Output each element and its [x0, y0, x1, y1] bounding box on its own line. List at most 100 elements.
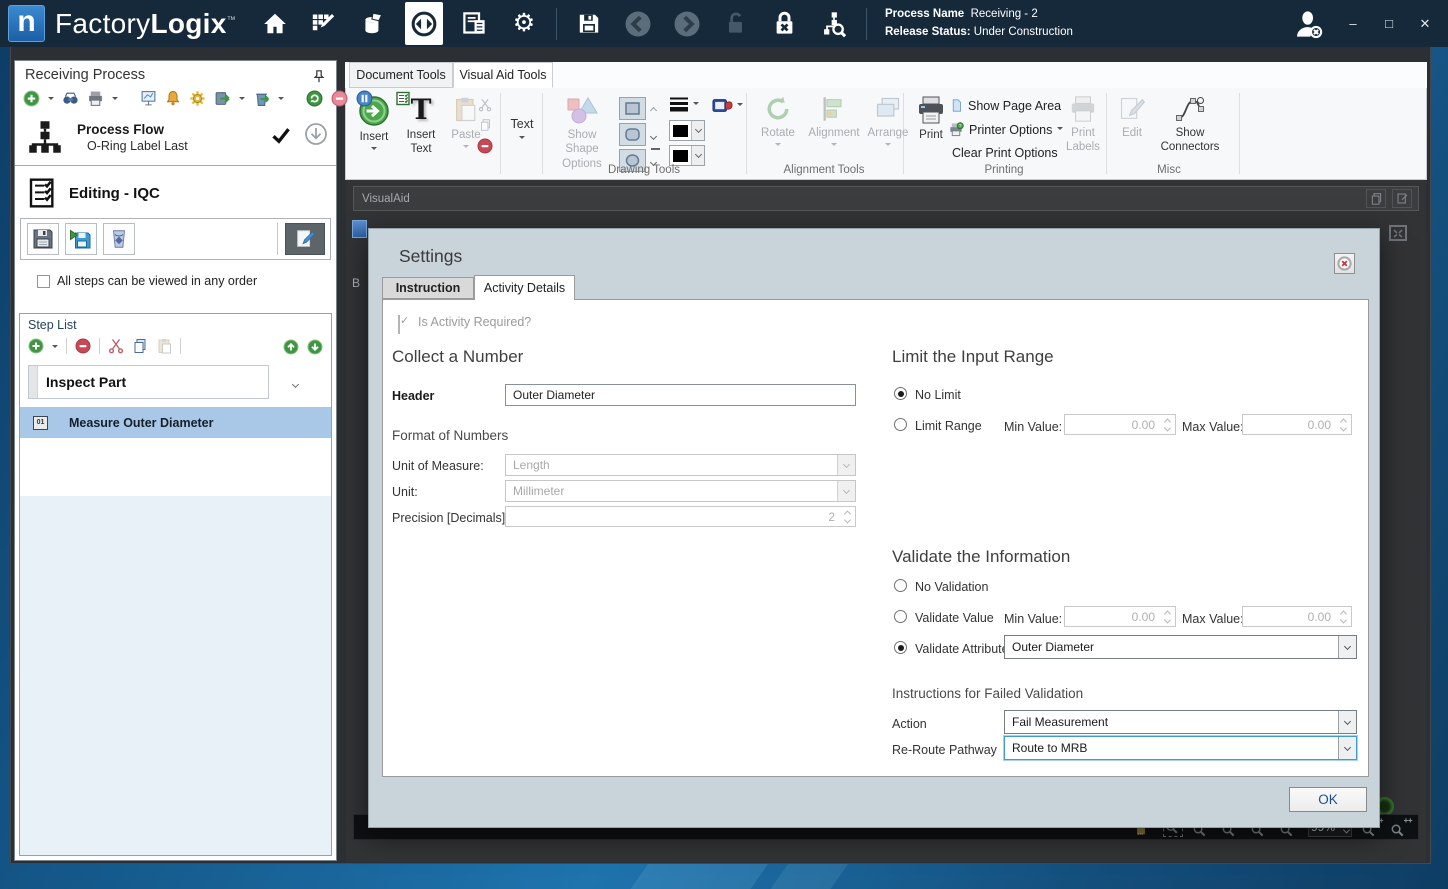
stop-icon[interactable]	[331, 90, 348, 107]
reroute-pathway-dropdown-icon[interactable]	[1338, 737, 1356, 759]
is-activity-required-checkbox[interactable]	[398, 315, 400, 334]
step-list-item[interactable]: 01 Measure Outer Diameter	[20, 407, 331, 438]
save-step-button[interactable]	[27, 223, 59, 255]
close-button[interactable]: ✕	[1416, 16, 1434, 32]
process-search-icon[interactable]	[817, 7, 851, 41]
validate-attribute-select[interactable]: Outer Diameter	[1004, 635, 1357, 659]
line-width-dropdown-icon[interactable]	[693, 101, 699, 108]
edit-button[interactable]: Edit	[1112, 95, 1152, 140]
gear-orange-icon[interactable]	[189, 90, 206, 107]
canvas-thumbnail-partial[interactable]: B	[352, 220, 368, 290]
text-button[interactable]: Text	[504, 114, 540, 142]
limit-range-radio[interactable]	[894, 418, 907, 431]
home-icon[interactable]	[258, 7, 292, 41]
bell-icon[interactable]	[165, 90, 181, 107]
tab-visual-aid-tools[interactable]: Visual Aid Tools	[453, 62, 553, 88]
cut-step-icon[interactable]	[108, 338, 124, 354]
edit-page-icon[interactable]	[1392, 189, 1412, 208]
reports-icon[interactable]	[458, 7, 492, 41]
logout-user-icon[interactable]	[1292, 7, 1326, 41]
rotate-dropdown-icon[interactable]	[775, 143, 781, 149]
archive-dropdown-icon[interactable]	[278, 97, 284, 103]
copy-icon[interactable]	[479, 118, 492, 132]
text-dropdown-icon[interactable]	[519, 135, 525, 142]
edit-visual-aid-button[interactable]	[285, 223, 325, 255]
print-icon[interactable]	[87, 90, 104, 107]
lock-close-icon[interactable]	[768, 7, 802, 41]
line-width-button[interactable]	[669, 96, 699, 113]
tab-activity-details[interactable]: Activity Details	[474, 275, 575, 300]
fill-color-dropdown-icon[interactable]	[691, 121, 704, 140]
checklist-icon[interactable]	[395, 90, 411, 107]
delete-step-button[interactable]	[103, 223, 135, 255]
archive-icon[interactable]	[253, 90, 270, 107]
minimize-button[interactable]: –	[1344, 16, 1362, 31]
show-shape-options-button[interactable]: Show Shape Options	[549, 95, 615, 171]
materials-icon[interactable]	[356, 7, 390, 41]
refresh-icon[interactable]	[306, 90, 323, 107]
pause-icon[interactable]	[356, 90, 373, 107]
no-limit-radio[interactable]	[894, 387, 907, 400]
duplicate-page-icon[interactable]	[1366, 189, 1386, 208]
forward-icon[interactable]	[670, 7, 704, 41]
move-down-icon[interactable]	[307, 339, 323, 355]
arrange-dropdown-icon[interactable]	[885, 143, 891, 149]
show-connectors-button[interactable]: Show Connectors	[1154, 95, 1226, 155]
group-chevron-icon[interactable]	[291, 376, 300, 390]
shape-scroll-up-icon[interactable]	[649, 100, 658, 118]
shape-scroll-down-icon[interactable]	[649, 126, 658, 144]
remove-step-icon[interactable]	[75, 338, 91, 354]
collapse-circle-icon[interactable]	[304, 122, 328, 146]
copy-step-icon[interactable]	[132, 338, 148, 354]
add-dropdown-icon[interactable]	[48, 97, 54, 103]
settings-gear-icon[interactable]: ⚙	[507, 7, 541, 41]
print-labels-button[interactable]: Print Labels	[1062, 95, 1104, 155]
printer-options-button[interactable]: ? Printer Options	[948, 122, 1064, 137]
export-dropdown-icon[interactable]	[239, 97, 245, 103]
unlock-icon[interactable]	[719, 7, 753, 41]
header-input[interactable]: Outer Diameter	[505, 384, 856, 406]
board-icon[interactable]	[140, 90, 157, 107]
find-icon[interactable]	[62, 90, 79, 107]
paste-dropdown-icon[interactable]	[463, 145, 469, 151]
add-step-dropdown-icon[interactable]	[52, 344, 58, 351]
tab-document-tools[interactable]: Document Tools	[349, 62, 453, 88]
export-icon[interactable]	[214, 90, 231, 107]
paste-step-icon[interactable]	[156, 338, 172, 354]
any-order-checkbox[interactable]	[37, 274, 50, 288]
rounded-rect-shape-button[interactable]	[619, 123, 646, 146]
move-up-icon[interactable]	[283, 339, 299, 355]
save-as-button[interactable]	[65, 223, 97, 255]
alignment-dropdown-icon[interactable]	[831, 143, 837, 149]
format-painter-dropdown-icon[interactable]	[737, 103, 743, 109]
transfer-icon[interactable]	[404, 2, 443, 45]
add-icon[interactable]	[23, 90, 40, 107]
insert-dropdown-icon[interactable]	[371, 147, 377, 153]
rotate-button[interactable]: Rotate	[754, 95, 802, 149]
cut-icon[interactable]	[478, 98, 492, 112]
action-select[interactable]: Fail Measurement	[1004, 710, 1357, 734]
validate-attribute-dropdown-icon[interactable]	[1338, 636, 1356, 658]
step-group-header[interactable]: Inspect Part	[28, 365, 300, 399]
dialog-close-button[interactable]	[1334, 253, 1355, 274]
validate-value-radio[interactable]	[894, 610, 907, 623]
save-icon[interactable]	[572, 7, 606, 41]
fill-color-combo[interactable]	[669, 120, 705, 141]
line-color-combo[interactable]	[669, 145, 705, 166]
process-editor-icon[interactable]	[307, 7, 341, 41]
print-button[interactable]: Print	[910, 95, 952, 142]
no-validation-radio[interactable]	[894, 579, 907, 592]
print-dropdown-icon[interactable]	[112, 97, 118, 103]
validate-attribute-radio[interactable]	[894, 641, 907, 654]
rect-shape-button[interactable]	[619, 97, 646, 120]
format-painter-button[interactable]	[711, 96, 743, 116]
back-icon[interactable]	[621, 7, 655, 41]
maximize-button[interactable]: □	[1380, 16, 1398, 31]
show-page-area-button[interactable]: Show Page Area	[950, 98, 1061, 113]
ok-button[interactable]: OK	[1289, 787, 1367, 812]
reroute-pathway-select[interactable]: Route to MRB	[1004, 736, 1357, 760]
alignment-button[interactable]: Alignment	[804, 95, 864, 149]
process-flow-row[interactable]: Process Flow O-Ring Label Last	[15, 111, 336, 166]
pin-icon[interactable]	[312, 69, 326, 84]
fit-screen-icon[interactable]	[1388, 224, 1408, 244]
